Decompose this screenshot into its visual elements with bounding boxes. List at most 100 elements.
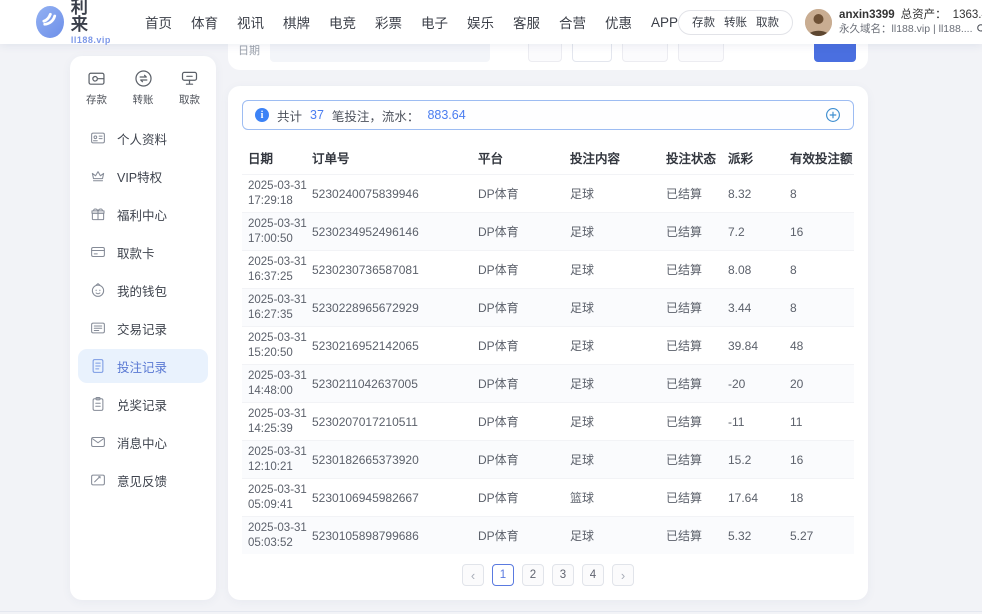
nav-item-partner[interactable]: 合营 <box>559 12 586 32</box>
cell-valid: 11 <box>790 415 854 429</box>
page-button-2[interactable]: 2 <box>522 564 544 586</box>
cell-platform: DP体育 <box>478 299 570 316</box>
sidebar-item-messages[interactable]: 消息中心 <box>78 425 208 459</box>
sidebar-item-profile[interactable]: 个人资料 <box>78 121 208 155</box>
nav-item-esports[interactable]: 电竞 <box>329 12 356 32</box>
cell-status: 已结算 <box>666 185 728 202</box>
wallet-icon <box>89 281 107 299</box>
cell-order: 5230234952496146 <box>312 225 478 239</box>
crown-icon <box>89 167 107 185</box>
gift-icon <box>89 205 107 223</box>
cell-order: 5230105898799686 <box>312 529 478 543</box>
cell-payout: -20 <box>728 377 790 391</box>
cell-valid: 16 <box>790 225 854 239</box>
cell-platform: DP体育 <box>478 185 570 202</box>
bottom-divider <box>0 611 982 612</box>
page-button-4[interactable]: 4 <box>582 564 604 586</box>
cell-payout: 17.64 <box>728 491 790 505</box>
col-date: 日期 <box>248 148 312 167</box>
col-content: 投注内容 <box>570 148 666 167</box>
cell-status: 已结算 <box>666 223 728 240</box>
cell-date: 2025-03-3105:09:41 <box>248 483 312 512</box>
records-card: i 共计 37 笔投注，流水： 883.64 日期 订单号 平台 投注内容 投注… <box>228 86 868 600</box>
cell-content: 足球 <box>570 261 666 278</box>
search-icon[interactable] <box>976 23 982 35</box>
quick-action-deposit[interactable]: 存款 <box>86 68 107 107</box>
sidebar-item-withdraw-card[interactable]: 取款卡 <box>78 235 208 269</box>
quick-action-withdraw[interactable]: 取款 <box>179 68 200 107</box>
pill-deposit-link[interactable]: 存款 <box>692 14 715 30</box>
cell-status: 已结算 <box>666 261 728 278</box>
nav-item-slots[interactable]: 电子 <box>421 12 448 32</box>
cell-date: 2025-03-3114:25:39 <box>248 407 312 436</box>
cell-platform: DP体育 <box>478 451 570 468</box>
bet-records-icon <box>89 357 107 375</box>
sidebar-item-vip[interactable]: VIP特权 <box>78 159 208 193</box>
brand-logo-icon <box>36 6 64 38</box>
summary-turnover: 883.64 <box>427 108 465 122</box>
cell-payout: 15.2 <box>728 453 790 467</box>
cell-payout: 3.44 <box>728 301 790 315</box>
cell-valid: 8 <box>790 301 854 315</box>
prev-page-button[interactable]: ‹ <box>462 564 484 586</box>
nav-item-home[interactable]: 首页 <box>145 12 172 32</box>
sidebar-item-label: 交易记录 <box>117 319 167 338</box>
nav-item-app[interactable]: APP <box>651 15 678 30</box>
id-card-icon <box>89 129 107 147</box>
quick-action-label: 转账 <box>133 92 154 107</box>
clipboard-icon <box>89 395 107 413</box>
date-filter-label: 日期 <box>238 42 260 62</box>
next-page-button[interactable]: › <box>612 564 634 586</box>
sidebar-item-bet-records[interactable]: 投注记录 <box>78 349 208 383</box>
transfer-icon <box>133 68 154 89</box>
cell-content: 篮球 <box>570 489 666 506</box>
brand-logo[interactable]: 利 来 ll188.vip <box>36 0 115 45</box>
page-button-1[interactable]: 1 <box>492 564 514 586</box>
cell-valid: 20 <box>790 377 854 391</box>
envelope-icon <box>89 433 107 451</box>
nav-item-live-video[interactable]: 视讯 <box>237 12 264 32</box>
table-row: 2025-03-3105:03:52 5230105898799686 DP体育… <box>242 516 854 554</box>
pill-withdraw-link[interactable]: 取款 <box>756 14 779 30</box>
cell-payout: 39.84 <box>728 339 790 353</box>
cell-payout: 8.08 <box>728 263 790 277</box>
cell-platform: DP体育 <box>478 223 570 240</box>
table-row: 2025-03-3112:10:21 5230182665373920 DP体育… <box>242 440 854 478</box>
cell-status: 已结算 <box>666 299 728 316</box>
nav-item-sports[interactable]: 体育 <box>191 12 218 32</box>
col-valid: 有效投注额 <box>790 148 854 167</box>
cell-platform: DP体育 <box>478 489 570 506</box>
nav-item-promo[interactable]: 优惠 <box>605 12 632 32</box>
sidebar-item-feedback[interactable]: 意见反馈 <box>78 463 208 497</box>
sidebar-item-label: VIP特权 <box>117 167 162 186</box>
nav-item-service[interactable]: 客服 <box>513 12 540 32</box>
permanent-domain-line: 永久域名：ll188.vip | ll188.... <box>839 23 972 36</box>
nav-item-lottery[interactable]: 彩票 <box>375 12 402 32</box>
sidebar-item-prize-records[interactable]: 兑奖记录 <box>78 387 208 421</box>
nav-item-chess[interactable]: 棋牌 <box>283 12 310 32</box>
col-order: 订单号 <box>312 148 478 167</box>
cell-platform: DP体育 <box>478 375 570 392</box>
sidebar-item-transactions[interactable]: 交易记录 <box>78 311 208 345</box>
cell-platform: DP体育 <box>478 413 570 430</box>
cell-content: 足球 <box>570 413 666 430</box>
summary-prefix: 共计 <box>277 106 302 125</box>
table-row: 2025-03-3116:27:35 5230228965672929 DP体育… <box>242 288 854 326</box>
page-button-3[interactable]: 3 <box>552 564 574 586</box>
sidebar: 存款 转账 取款 个人资料 VIP特权 <box>70 56 216 600</box>
sidebar-menu: 个人资料 VIP特权 福利中心 取款卡 我的钱包 <box>70 117 216 501</box>
quick-action-transfer[interactable]: 转账 <box>133 68 154 107</box>
sidebar-item-label: 投注记录 <box>117 357 167 376</box>
sidebar-item-welfare[interactable]: 福利中心 <box>78 197 208 231</box>
sidebar-item-label: 消息中心 <box>117 433 167 452</box>
sidebar-item-wallet[interactable]: 我的钱包 <box>78 273 208 307</box>
pill-transfer-link[interactable]: 转账 <box>724 14 747 30</box>
cell-valid: 48 <box>790 339 854 353</box>
avatar[interactable] <box>805 9 832 36</box>
transaction-list-icon <box>89 319 107 337</box>
circle-plus-icon[interactable] <box>825 107 841 123</box>
cell-order: 5230207017210511 <box>312 415 478 429</box>
cell-status: 已结算 <box>666 337 728 354</box>
nav-item-entertainment[interactable]: 娱乐 <box>467 12 494 32</box>
cell-valid: 8 <box>790 187 854 201</box>
